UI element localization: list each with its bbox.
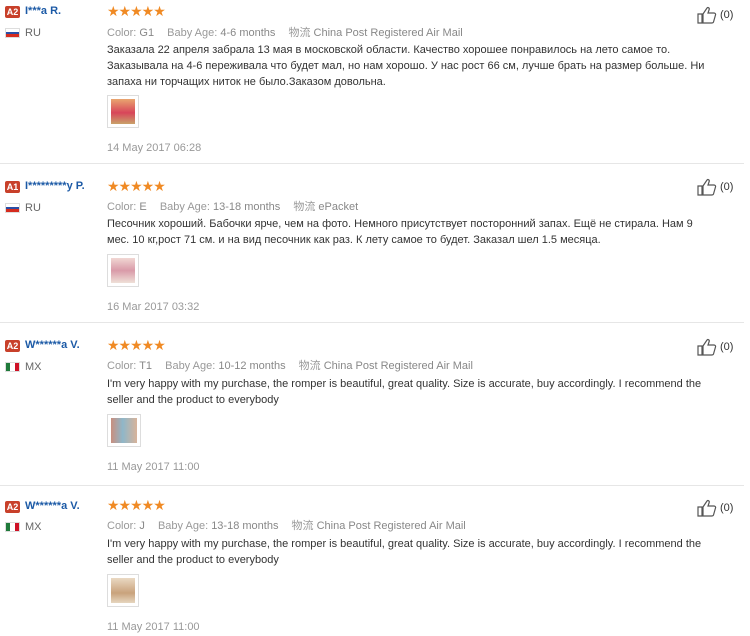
buyer-level-badge: A2	[5, 6, 20, 18]
baby-age-value: 4-6 months	[220, 27, 276, 39]
shipping-value: ePacket	[318, 201, 359, 213]
helpful-count: (0)	[720, 341, 734, 353]
mexico-flag-icon	[5, 362, 20, 372]
helpful-count: (0)	[720, 502, 734, 514]
review-item: A2 W******a V. MX ★★★★★ Color: J Baby Ag…	[0, 486, 750, 636]
shipping-value: China Post Registered Air Mail	[313, 27, 463, 39]
buyer-name-link[interactable]: I***a R.	[25, 5, 61, 17]
buyer-level-badge: A2	[5, 340, 20, 352]
color-label: Color:	[107, 27, 137, 39]
review-photo-thumbnail[interactable]	[107, 95, 139, 128]
helpful-count: (0)	[720, 181, 734, 193]
review-date: 14 May 2017 06:28	[107, 142, 202, 154]
shipping-label: 物流	[298, 360, 321, 372]
thumbs-up-icon	[697, 339, 717, 356]
review-meta: Color: E Baby Age: 13-18 months 物流 ePack…	[107, 198, 368, 214]
review-text: Песочник хороший. Бабочки ярче, чем на ф…	[107, 218, 693, 246]
shipping-value: China Post Registered Air Mail	[316, 520, 466, 532]
review-date: 11 May 2017 11:00	[107, 621, 200, 633]
star-rating: ★★★★★	[107, 3, 166, 19]
shipping-label: 物流	[293, 201, 316, 213]
baby-age-value: 10-12 months	[218, 360, 286, 372]
buyer-level-badge: A2	[5, 501, 20, 513]
helpful-button[interactable]: (0)	[697, 178, 745, 196]
helpful-button[interactable]: (0)	[697, 338, 745, 356]
review-item: A2 I***a R. RU ★★★★★ Color: G1 Baby Age:…	[0, 0, 750, 162]
shipping-label: 物流	[291, 520, 314, 532]
star-rating: ★★★★★	[107, 337, 166, 353]
star-rating: ★★★★★	[107, 178, 166, 194]
color-label: Color:	[107, 201, 137, 213]
baby-age-label: Baby Age:	[157, 520, 209, 532]
shipping-label: 物流	[288, 27, 311, 39]
thumbs-up-icon	[697, 7, 717, 24]
shipping-value: China Post Registered Air Mail	[323, 360, 473, 372]
baby-age-label: Baby Age:	[165, 360, 216, 372]
thumbs-up-icon	[697, 179, 717, 196]
review-date: 16 Mar 2017 03:32	[107, 301, 200, 313]
buyer-name-link[interactable]: I*********y P.	[25, 180, 85, 192]
russia-flag-icon	[5, 203, 20, 213]
buyer-name-link[interactable]: W******a V.	[25, 339, 80, 351]
baby-age-label: Baby Age:	[159, 201, 210, 213]
color-label: Color:	[107, 520, 137, 532]
review-item: A2 W******a V. MX ★★★★★ Color: T1 Baby A…	[0, 323, 750, 483]
review-meta: Color: G1 Baby Age: 4-6 months 物流 China …	[107, 24, 473, 40]
helpful-button[interactable]: (0)	[697, 6, 745, 24]
buyer-level-badge: A1	[5, 181, 20, 193]
color-value: T1	[139, 360, 153, 372]
buyer-country: MX	[25, 361, 42, 373]
review-meta: Color: T1 Baby Age: 10-12 months 物流 Chin…	[107, 357, 483, 373]
color-value: G1	[139, 27, 155, 39]
review-meta: Color: J Baby Age: 13-18 months 物流 China…	[107, 517, 476, 533]
buyer-country: MX	[25, 521, 42, 533]
mexico-flag-icon	[5, 522, 20, 532]
helpful-button[interactable]: (0)	[697, 499, 745, 517]
helpful-count: (0)	[720, 9, 734, 21]
baby-age-value: 13-18 months	[211, 520, 279, 532]
review-text: I'm very happy with my purchase, the rom…	[107, 378, 702, 406]
color-label: Color:	[107, 360, 137, 372]
review-text: I'm very happy with my purchase, the rom…	[107, 538, 702, 566]
russia-flag-icon	[5, 28, 20, 38]
buyer-country: RU	[25, 202, 41, 214]
review-photo-thumbnail[interactable]	[107, 414, 141, 447]
color-value: J	[139, 520, 145, 532]
baby-age-label: Baby Age:	[167, 27, 218, 39]
review-date: 11 May 2017 11:00	[107, 461, 200, 473]
thumbs-up-icon	[697, 500, 717, 517]
review-photo-thumbnail[interactable]	[107, 254, 139, 287]
color-value: E	[139, 201, 147, 213]
baby-age-value: 13-18 months	[213, 201, 281, 213]
buyer-country: RU	[25, 27, 41, 39]
review-item: A1 I*********y P. RU ★★★★★ Color: E Baby…	[0, 164, 750, 322]
buyer-name-link[interactable]: W******a V.	[25, 500, 80, 512]
review-text: Заказала 22 апреля забрала 13 мая в моск…	[107, 44, 705, 88]
review-photo-thumbnail[interactable]	[107, 574, 139, 607]
star-rating: ★★★★★	[107, 497, 166, 513]
